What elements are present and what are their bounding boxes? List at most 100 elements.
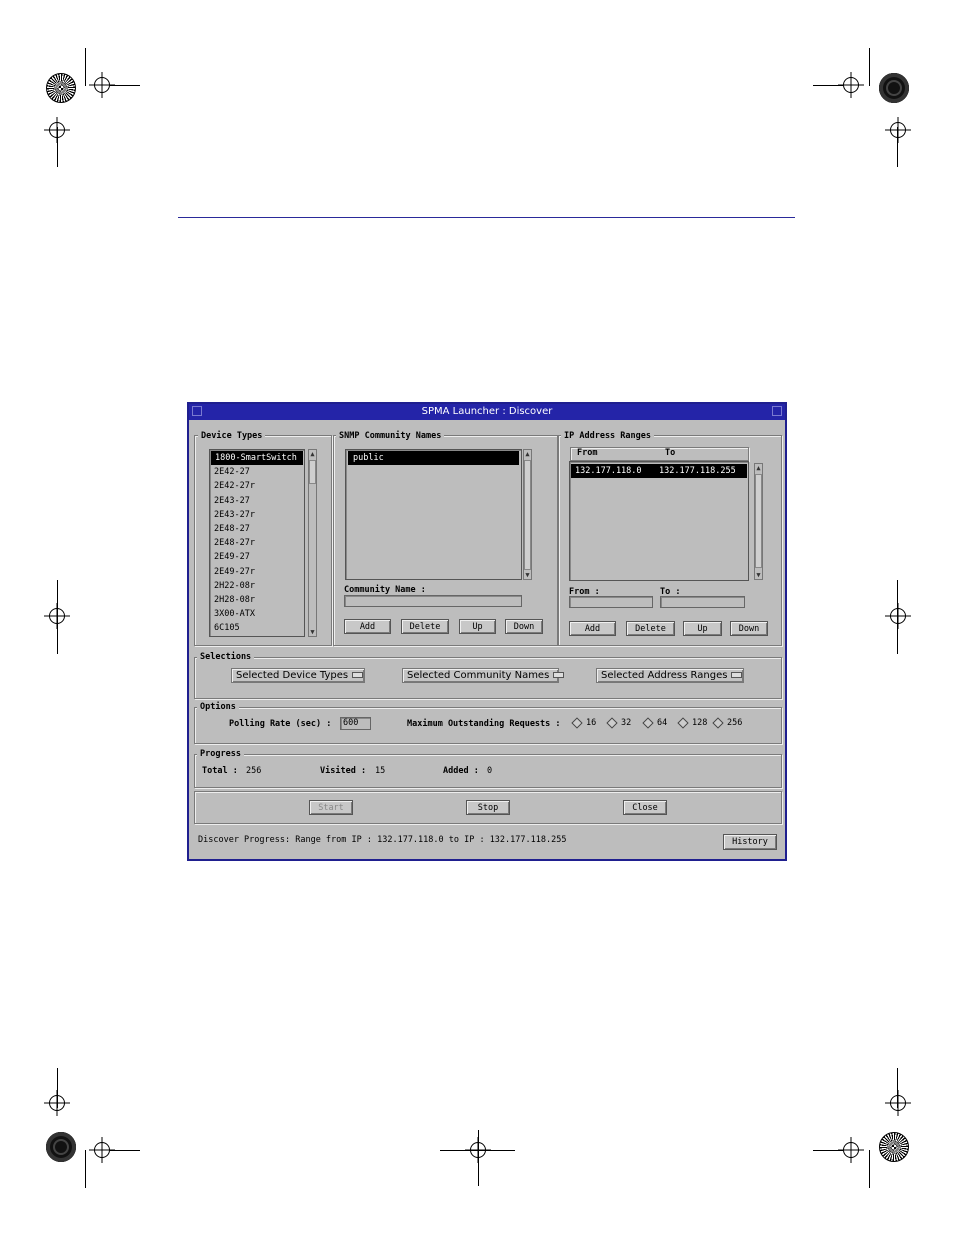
crosshair-mark-icon <box>49 1095 65 1111</box>
discover-window: SPMA Launcher : Discover Device Types 18… <box>187 402 787 861</box>
to-column-header: To <box>665 448 676 458</box>
crop-mark <box>869 48 870 86</box>
community-name-label: Community Name : <box>344 585 426 595</box>
community-scrollbar[interactable]: ▲ ▼ <box>523 449 532 580</box>
crosshair-mark-icon <box>49 122 65 138</box>
registration-dot-icon <box>879 73 909 103</box>
max-requests-radio-32[interactable]: 32 <box>606 716 632 729</box>
visited-value: 15 <box>375 766 386 776</box>
community-delete-button[interactable]: Delete <box>401 619 449 634</box>
community-up-button[interactable]: Up <box>459 619 496 634</box>
snmp-title: SNMP Community Names <box>336 431 445 441</box>
device-type-item[interactable]: 2E42-27 <box>210 465 304 479</box>
ip-ranges-title: IP Address Ranges <box>561 431 654 441</box>
radio-label: 64 <box>657 718 668 728</box>
ip-add-button[interactable]: Add <box>569 621 616 636</box>
window-menu-icon[interactable] <box>192 406 202 416</box>
selected-device-types-menu[interactable]: Selected Device Types <box>231 668 365 683</box>
device-type-item[interactable]: 2E49-27 <box>210 550 304 564</box>
device-type-item[interactable]: 2H28-08r <box>210 593 304 607</box>
stop-button[interactable]: Stop <box>466 800 510 815</box>
polling-rate-field[interactable]: 600 <box>340 717 371 730</box>
crop-mark <box>869 1150 870 1188</box>
selected-device-types-label: Selected Device Types <box>236 670 349 681</box>
scroll-thumb[interactable] <box>755 474 762 568</box>
device-type-item[interactable]: 2E48-27r <box>210 536 304 550</box>
progress-title: Progress <box>197 749 244 759</box>
ip-range-row[interactable]: 132.177.118.0 132.177.118.255 <box>571 464 747 479</box>
device-type-item[interactable]: 2E43-27 <box>210 494 304 508</box>
selected-address-ranges-menu[interactable]: Selected Address Ranges <box>596 668 744 683</box>
status-text: Discover Progress: Range from IP : 132.1… <box>198 835 567 845</box>
selected-community-names-label: Selected Community Names <box>407 670 550 681</box>
crosshair-mark-icon <box>843 1142 859 1158</box>
scroll-up-icon[interactable]: ▲ <box>755 464 762 472</box>
crop-mark <box>813 85 843 86</box>
polling-rate-label: Polling Rate (sec) : <box>229 719 332 729</box>
added-value: 0 <box>487 766 493 776</box>
from-column-header: From <box>577 448 598 458</box>
device-type-item[interactable]: 1800-SmartSwitch <box>211 451 303 466</box>
scroll-down-icon[interactable]: ▼ <box>309 628 316 636</box>
close-button[interactable]: Close <box>623 800 667 815</box>
maximize-icon[interactable] <box>772 406 782 416</box>
selections-title: Selections <box>197 652 255 662</box>
scroll-thumb[interactable] <box>309 460 316 484</box>
registration-dot-icon <box>46 1132 76 1162</box>
ip-ranges-list[interactable]: 132.177.118.0 132.177.118.255 <box>569 461 749 581</box>
max-requests-radio-256[interactable]: 256 <box>712 716 742 729</box>
crop-mark <box>813 1150 843 1151</box>
ip-up-button[interactable]: Up <box>683 621 722 636</box>
added-label: Added : <box>443 766 479 776</box>
scroll-thumb[interactable] <box>524 460 531 570</box>
from-ip-field[interactable] <box>569 596 653 608</box>
device-type-item[interactable]: 2E43-27r <box>210 508 304 522</box>
device-type-item[interactable]: 2E48-27 <box>210 522 304 536</box>
radio-label: 16 <box>586 718 597 728</box>
start-button[interactable]: Start <box>309 800 353 815</box>
radio-label: 32 <box>621 718 632 728</box>
crop-mark <box>85 48 86 86</box>
device-type-item[interactable]: 6C105 <box>210 621 304 635</box>
total-value: 256 <box>246 766 262 776</box>
device-type-item[interactable]: 3X00-ATX <box>210 607 304 621</box>
community-item[interactable]: public <box>348 451 519 466</box>
scroll-up-icon[interactable]: ▲ <box>309 450 316 458</box>
max-requests-radio-64[interactable]: 64 <box>642 716 668 729</box>
to-ip-field[interactable] <box>660 596 745 608</box>
ip-down-button[interactable]: Down <box>730 621 768 636</box>
selected-address-ranges-label: Selected Address Ranges <box>601 670 728 681</box>
crop-mark <box>110 1150 140 1151</box>
device-type-item[interactable]: 2E49-27r <box>210 565 304 579</box>
crosshair-mark-icon <box>49 608 65 624</box>
selected-community-names-menu[interactable]: Selected Community Names <box>402 668 565 683</box>
max-requests-radio-128[interactable]: 128 <box>677 716 707 729</box>
window-title: SPMA Launcher : Discover <box>421 406 553 417</box>
scroll-up-icon[interactable]: ▲ <box>524 450 531 458</box>
device-types-list[interactable]: 1800-SmartSwitch 2E42-27 2E42-27r 2E43-27 2E… <box>209 449 305 637</box>
crosshair-mark-icon <box>890 122 906 138</box>
ip-delete-button[interactable]: Delete <box>626 621 675 636</box>
ip-ranges-scrollbar[interactable]: ▲ ▼ <box>754 463 763 580</box>
device-type-item[interactable]: 2E42-27r <box>210 479 304 493</box>
ip-range-to: 132.177.118.255 <box>659 466 736 476</box>
radio-diamond-icon <box>712 716 724 729</box>
community-add-button[interactable]: Add <box>344 619 391 634</box>
community-down-button[interactable]: Down <box>505 619 543 634</box>
crosshair-mark-icon <box>94 1142 110 1158</box>
ip-range-from: 132.177.118.0 <box>575 466 642 476</box>
history-button[interactable]: History <box>723 834 777 850</box>
crosshair-mark-icon <box>94 77 110 93</box>
max-requests-radio-16[interactable]: 16 <box>571 716 597 729</box>
community-names-list[interactable]: public <box>345 449 522 580</box>
title-bar[interactable]: SPMA Launcher : Discover <box>189 404 785 420</box>
registration-rosette-icon <box>46 73 76 103</box>
option-menu-icon <box>553 672 565 678</box>
max-requests-label: Maximum Outstanding Requests : <box>407 719 561 729</box>
community-name-field[interactable] <box>344 595 522 607</box>
device-type-item[interactable]: 2H22-08r <box>210 579 304 593</box>
device-types-scrollbar[interactable]: ▲ ▼ <box>308 449 317 637</box>
scroll-down-icon[interactable]: ▼ <box>755 571 762 579</box>
crop-mark <box>110 85 140 86</box>
scroll-down-icon[interactable]: ▼ <box>524 571 531 579</box>
